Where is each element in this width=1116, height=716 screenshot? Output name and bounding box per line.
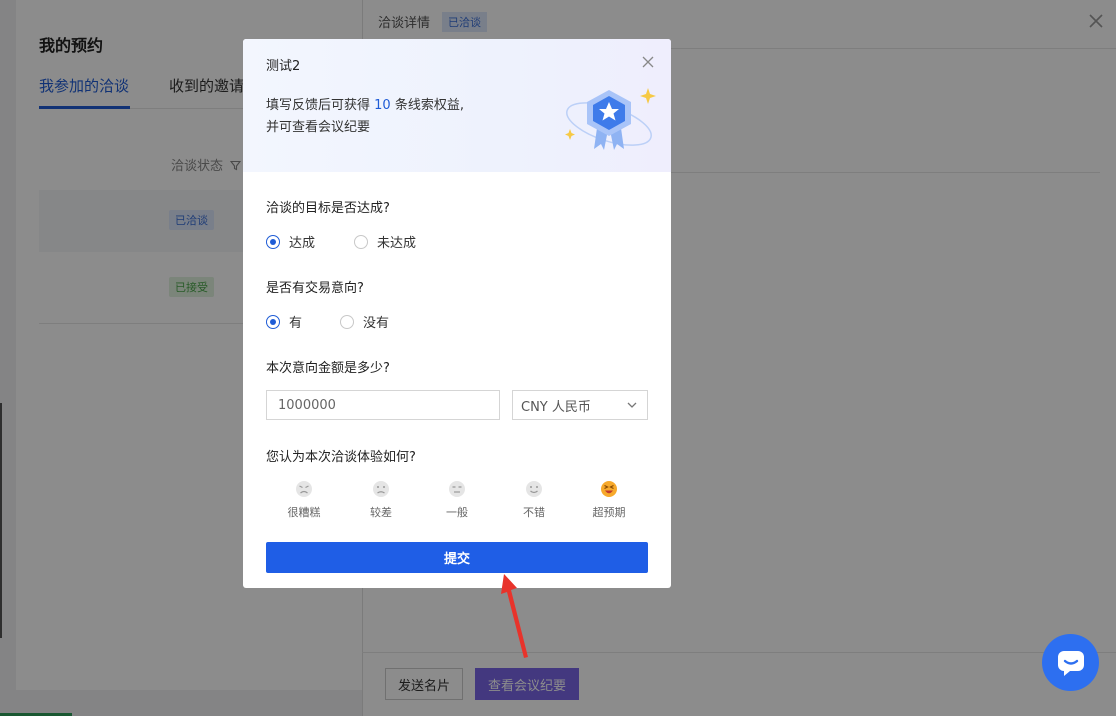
radio-indicator — [340, 314, 354, 329]
neutral-face-icon — [449, 481, 465, 497]
rating-label: 不错 — [523, 506, 545, 519]
rating-label: 一般 — [446, 506, 468, 519]
radio-label: 达成 — [289, 236, 316, 251]
radio-achieved[interactable]: 达成 — [266, 232, 315, 251]
chat-button[interactable] — [1042, 634, 1099, 691]
annotation-arrow — [501, 574, 528, 658]
radio-indicator-checked — [266, 234, 280, 249]
smile-face-icon — [526, 481, 542, 497]
radio-yes[interactable]: 有 — [266, 312, 302, 331]
modal-title: 测试2 — [266, 59, 301, 74]
desc-prefix: 填写反馈后可获得 — [266, 98, 375, 113]
radio-label: 未达成 — [377, 236, 417, 251]
modal-description: 填写反馈后可获得 10 条线索权益, 并可查看会议纪要 — [266, 95, 464, 139]
close-icon[interactable] — [641, 55, 655, 69]
medal-icon — [565, 88, 656, 150]
radio-not-achieved[interactable]: 未达成 — [354, 232, 416, 251]
rating-good[interactable]: 不错 — [504, 480, 564, 520]
radio-no[interactable]: 没有 — [340, 312, 389, 331]
submit-button[interactable]: 提交 — [266, 542, 648, 573]
chevron-down-icon — [627, 402, 637, 408]
feedback-modal: 测试2 填写反馈后可获得 10 条线索权益, 并可查看会议纪要 洽谈的目标是否达… — [243, 39, 671, 588]
radio-label: 没有 — [363, 316, 390, 331]
desc-suffix: 条线索权益, — [390, 98, 464, 113]
question-goal: 洽谈的目标是否达成? — [266, 201, 390, 216]
chat-icon — [1057, 650, 1084, 676]
radio-indicator-checked — [266, 314, 280, 329]
question-intent: 是否有交易意向? — [266, 281, 364, 296]
radio-indicator — [354, 234, 368, 249]
question-experience: 您认为本次洽谈体验如何? — [266, 450, 416, 465]
radio-label: 有 — [289, 316, 303, 331]
desc-line2: 并可查看会议纪要 — [266, 120, 371, 135]
laughing-face-icon — [601, 481, 617, 497]
terrible-face-icon — [296, 481, 312, 497]
poor-face-icon — [373, 481, 389, 497]
question-amount: 本次意向金额是多少? — [266, 361, 390, 376]
rating-poor[interactable]: 较差 — [351, 480, 411, 520]
rating-exceeded[interactable]: 超预期 — [579, 480, 639, 520]
desc-count: 10 — [374, 98, 391, 113]
currency-select[interactable]: CNY 人民币 — [512, 390, 648, 420]
rating-label: 较差 — [370, 506, 392, 519]
amount-input[interactable]: 1000000 — [266, 390, 500, 420]
rating-average[interactable]: 一般 — [427, 480, 487, 520]
rating-label: 超预期 — [592, 506, 626, 519]
rating-label: 很糟糕 — [287, 506, 321, 519]
rating-terrible[interactable]: 很糟糕 — [274, 480, 334, 520]
currency-value: CNY 人民币 — [521, 399, 591, 415]
